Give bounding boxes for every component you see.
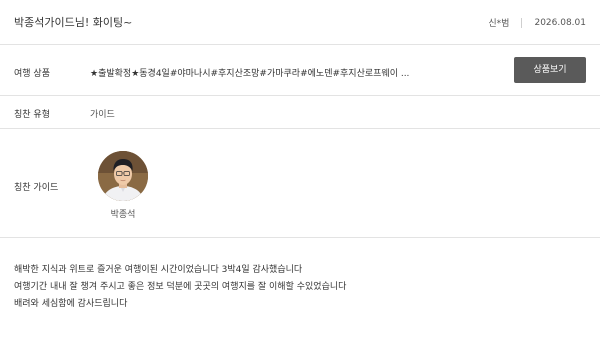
praise-type-label: 칭찬 유형 — [14, 110, 50, 120]
product-row: 여행 상품 ★출발확정★동경4일#야마나시#후지산조망#가마쿠라#에노덴#후지산… — [0, 45, 600, 96]
praise-guide-row: 칭찬 가이드 박종석 — [0, 129, 600, 238]
review-header: 박종석가이드님! 화이팅~ 신*범 2026.08.01 — [0, 0, 600, 45]
guide-photo-icon — [98, 151, 148, 201]
praise-type-value: 가이드 — [90, 110, 115, 120]
review-meta: 신*범 2026.08.01 — [488, 16, 586, 29]
review-date: 2026.08.01 — [534, 17, 586, 28]
view-product-button[interactable]: 상품보기 — [514, 57, 586, 83]
product-name[interactable]: ★출발확정★동경4일#야마나시#후지산조망#가마쿠라#에노덴#후지산로프웨이 .… — [90, 66, 410, 79]
review-author: 신*범 — [488, 19, 510, 29]
review-line: 여행기간 내내 잘 챙겨 주시고 좋은 정보 덕분에 곳곳의 여행지를 잘 이해… — [14, 282, 347, 292]
praise-guide-label: 칭찬 가이드 — [14, 183, 59, 193]
review-line: 배려와 세심함에 감사드립니다 — [14, 299, 128, 309]
review-title: 박종석가이드님! 화이팅~ — [14, 16, 133, 29]
review-line: 해박한 지식과 위트로 즐거운 여행이된 시간이었습니다 3박4일 감사했습니다 — [14, 265, 303, 275]
guide-avatar — [98, 151, 148, 201]
product-label: 여행 상품 — [14, 69, 50, 79]
praise-type-row: 칭찬 유형 가이드 — [0, 96, 600, 129]
meta-divider — [521, 17, 523, 28]
guide-name: 박종석 — [110, 210, 136, 220]
review-body: 해박한 지식과 위트로 즐거운 여행이된 시간이었습니다 3박4일 감사했습니다… — [14, 262, 346, 313]
